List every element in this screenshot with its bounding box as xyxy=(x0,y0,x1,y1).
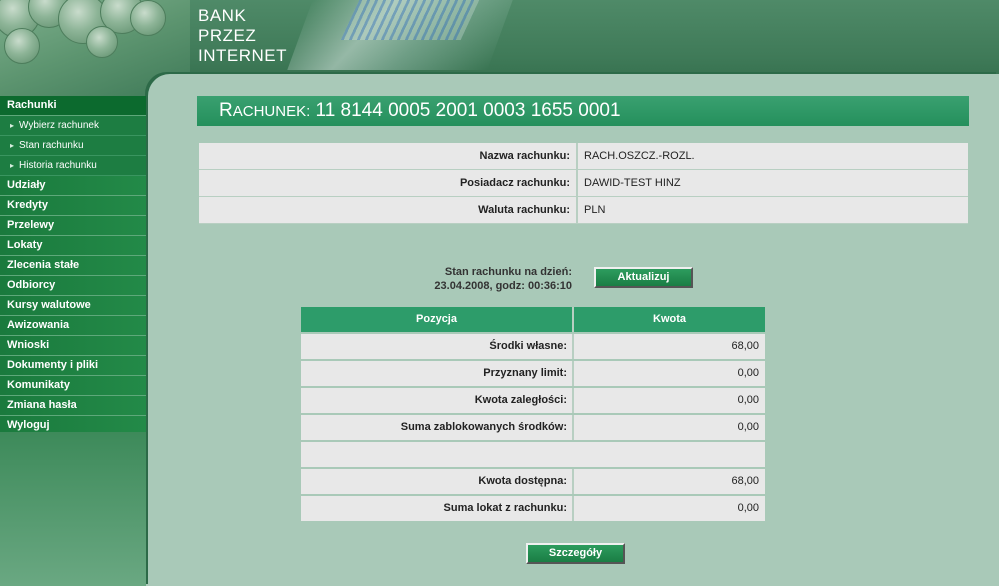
sidebar-item-label: Kredyty xyxy=(7,199,48,211)
logo-line-3: INTERNET xyxy=(198,46,287,65)
sidebar-item-label: Wybierz rachunek xyxy=(19,120,99,131)
title-rest: ACHUNEK: xyxy=(232,103,311,120)
sidebar-subitem[interactable]: ▸ Wybierz rachunek xyxy=(0,116,146,136)
sidebar-item-label: Zmiana hasła xyxy=(7,399,77,411)
spacer-cell xyxy=(301,442,765,467)
row-label: Suma zablokowanych środków: xyxy=(301,415,574,440)
table-header: Pozycja Kwota xyxy=(301,307,765,332)
sidebar-item[interactable]: Zmiana hasła xyxy=(0,396,146,416)
table-row: Kwota dostępna: 68,00 xyxy=(301,469,765,494)
details-button[interactable]: Szczegóły xyxy=(526,543,625,564)
balance-date-label: Stan rachunku na dzień: xyxy=(444,266,572,278)
sidebar-item-label: Zlecenia stałe xyxy=(7,259,80,271)
sidebar-item-label: Komunikaty xyxy=(7,379,70,391)
table-row: Kwota zaległości: 0,00 xyxy=(301,388,765,413)
sidebar-subitem[interactable]: ▸ Stan rachunku xyxy=(0,136,146,156)
sidebar-item-label: Rachunki xyxy=(7,99,57,111)
sidebar-item-label: Przelewy xyxy=(7,219,55,231)
row-value: 0,00 xyxy=(574,496,765,521)
info-row: Nazwa rachunku: RACH.OSZCZ.-ROZL. xyxy=(199,143,968,170)
row-value: 0,00 xyxy=(574,388,765,413)
logo-line-1: BANK xyxy=(198,6,247,25)
sidebar-item-label: Odbiorcy xyxy=(7,279,56,291)
chart-paper-image xyxy=(340,0,480,40)
sidebar-item[interactable]: Kursy walutowe xyxy=(0,296,146,316)
sidebar-subitem[interactable]: ▸ Historia rachunku xyxy=(0,156,146,176)
info-label: Nazwa rachunku: xyxy=(199,143,578,169)
bank-logo: BANK PRZEZ INTERNET xyxy=(198,6,287,66)
table-row: Środki własne: 68,00 xyxy=(301,334,765,359)
sidebar-item[interactable]: Kredyty xyxy=(0,196,146,216)
row-value: 68,00 xyxy=(574,334,765,359)
sidebar-item-label: Udziały xyxy=(7,179,46,191)
column-header-amount: Kwota xyxy=(574,307,765,332)
sidebar-item[interactable]: Wnioski xyxy=(0,336,146,356)
sidebar-item-label: Wnioski xyxy=(7,339,50,351)
logo-line-2: PRZEZ xyxy=(198,26,257,45)
sidebar-footer xyxy=(0,432,146,586)
title-first-letter: R xyxy=(219,100,233,121)
column-header-position: Pozycja xyxy=(301,307,574,332)
arrow-right-icon: ▸ xyxy=(10,141,15,150)
arrow-right-icon: ▸ xyxy=(10,121,15,130)
info-value: DAWID-TEST HINZ xyxy=(578,170,968,196)
sidebar-item[interactable]: Rachunki xyxy=(0,96,146,116)
info-label: Waluta rachunku: xyxy=(199,197,578,223)
row-label: Środki własne: xyxy=(301,334,574,359)
sidebar-item[interactable]: Komunikaty xyxy=(0,376,146,396)
arrow-right-icon: ▸ xyxy=(10,161,15,170)
sidebar-item[interactable]: Awizowania xyxy=(0,316,146,336)
row-label: Kwota dostępna: xyxy=(301,469,574,494)
row-label: Kwota zaległości: xyxy=(301,388,574,413)
table-row: Suma lokat z rachunku: 0,00 xyxy=(301,496,765,521)
sidebar-item-label: Stan rachunku xyxy=(19,140,84,151)
sidebar-item[interactable]: Odbiorcy xyxy=(0,276,146,296)
table-row: Przyznany limit: 0,00 xyxy=(301,361,765,386)
sidebar-item[interactable]: Lokaty xyxy=(0,236,146,256)
sidebar-item[interactable]: Dokumenty i pliki xyxy=(0,356,146,376)
table-row: Suma zablokowanych środków: 0,00 xyxy=(301,415,765,440)
sidebar-item[interactable]: Udziały xyxy=(0,176,146,196)
refresh-button[interactable]: Aktualizuj xyxy=(594,267,693,288)
row-label: Przyznany limit: xyxy=(301,361,574,386)
row-value: 0,00 xyxy=(574,361,765,386)
sidebar-menu: Rachunki ▸ Wybierz rachunek ▸ Stan rachunku ▸… xyxy=(0,96,146,436)
amounts-table: Pozycja Kwota Środki własne: 68,00 Przyz… xyxy=(301,307,765,521)
info-row: Waluta rachunku: PLN xyxy=(199,197,968,224)
balance-date-value: 23.04.2008, godz: 00:36:10 xyxy=(434,280,572,292)
sidebar-item-label: Wyloguj xyxy=(7,419,50,431)
table-spacer-row xyxy=(301,442,765,467)
row-label: Suma lokat z rachunku: xyxy=(301,496,574,521)
info-label: Posiadacz rachunku: xyxy=(199,170,578,196)
sidebar-item[interactable]: Zlecenia stałe xyxy=(0,256,146,276)
balance-date: Stan rachunku na dzień: 23.04.2008, godz… xyxy=(400,265,572,293)
info-row: Posiadacz rachunku: DAWID-TEST HINZ xyxy=(199,170,968,197)
info-value: RACH.OSZCZ.-ROZL. xyxy=(578,143,968,169)
sidebar-item-label: Dokumenty i pliki xyxy=(7,359,99,371)
sidebar-item-label: Kursy walutowe xyxy=(7,299,91,311)
account-info-table: Nazwa rachunku: RACH.OSZCZ.-ROZL. Posiad… xyxy=(199,143,968,224)
sidebar-item-label: Lokaty xyxy=(7,239,43,251)
row-value: 0,00 xyxy=(574,415,765,440)
sidebar-item[interactable]: Przelewy xyxy=(0,216,146,236)
info-value: PLN xyxy=(578,197,968,223)
row-value: 68,00 xyxy=(574,469,765,494)
sidebar-item-label: Awizowania xyxy=(7,319,70,331)
sidebar-item-label: Historia rachunku xyxy=(19,160,97,171)
account-number: 11 8144 0005 2001 0003 1655 0001 xyxy=(315,100,621,121)
page-title: RACHUNEK: 11 8144 0005 2001 0003 1655 00… xyxy=(197,96,969,126)
